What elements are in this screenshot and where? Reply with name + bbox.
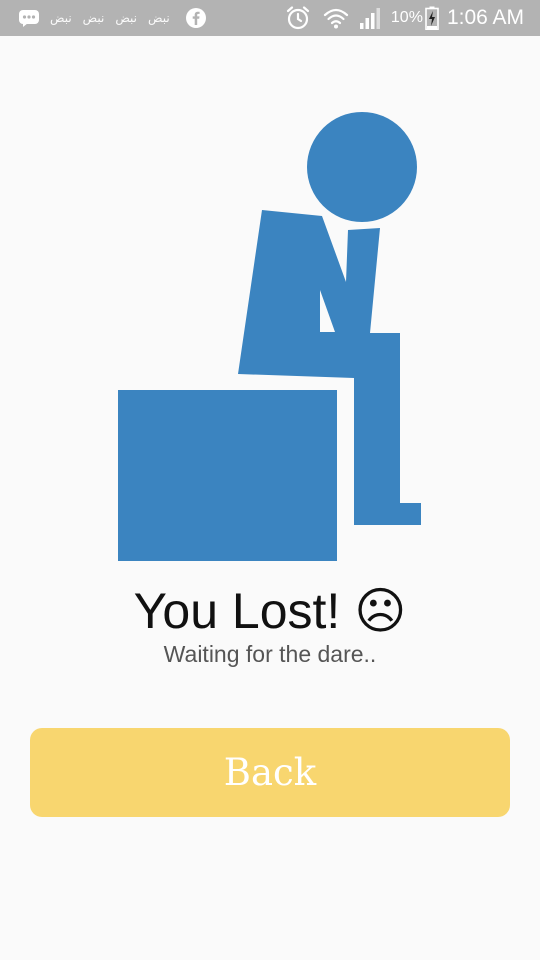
alarm-icon — [286, 6, 310, 30]
waiting-subtitle: Waiting for the dare.. — [163, 641, 377, 667]
result-title: You Lost! — [133, 582, 341, 639]
clock: 1:06 AM — [446, 6, 524, 29]
wifi-icon — [323, 8, 349, 29]
notification-area: نبض نبض نبض نبض — [18, 6, 207, 30]
battery-percent: 10% — [390, 9, 423, 26]
battery-charging-icon — [425, 6, 439, 30]
notification-text: نبض — [82, 11, 105, 25]
system-indicators: 10% 1:06 AM — [285, 4, 524, 32]
result-heading: You Lost! ☹ — [0, 576, 540, 642]
notification-text: نبض — [50, 11, 72, 25]
status-bar: نبض نبض نبض نبض 10% 1:06 AM — [0, 0, 540, 36]
message-icon — [19, 10, 39, 27]
person-head — [307, 112, 417, 222]
notification-text: نبض — [115, 11, 138, 25]
signal-icon — [359, 8, 380, 29]
seat-box — [118, 390, 337, 561]
sad-face-icon: ☹ — [354, 582, 407, 639]
sad-sitting-person-icon — [118, 112, 421, 561]
notification-text: نبض — [148, 11, 170, 25]
back-button[interactable]: Back — [30, 728, 510, 817]
facebook-icon — [185, 8, 206, 28]
